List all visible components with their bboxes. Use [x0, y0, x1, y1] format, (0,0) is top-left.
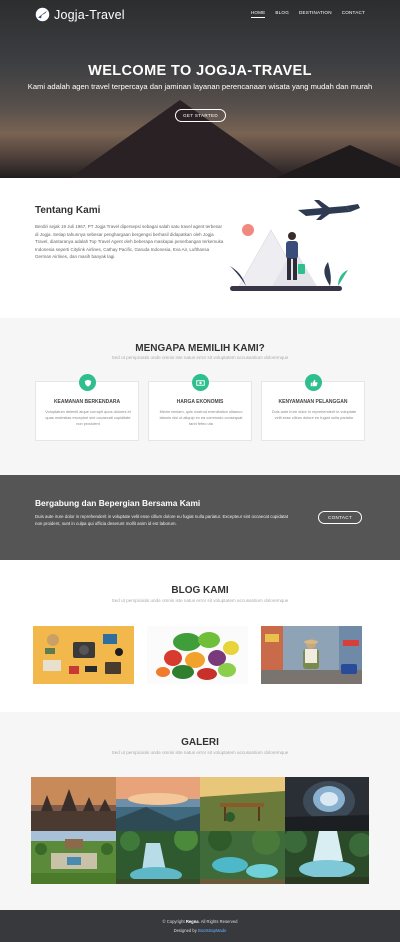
join-text: Duis aute irure dolor in reprehenderit i… — [35, 514, 289, 526]
blog-thumbnail-vegetables[interactable] — [147, 626, 248, 684]
page: Jogja-Travel HOME BLOG DESTINATION CONTA… — [0, 0, 400, 942]
temple-image — [31, 777, 116, 831]
gallery-item[interactable] — [31, 830, 116, 884]
plane-logo-icon — [35, 7, 50, 22]
gallery-item[interactable] — [115, 830, 200, 884]
blog-thumbnail-street[interactable] — [261, 626, 362, 684]
feature-title: KENYAMANAN PELANGGAN — [278, 399, 348, 405]
designer-link[interactable]: BootstrapMade — [198, 928, 226, 933]
cascade-image — [284, 830, 369, 884]
nav-destination[interactable]: DESTINATION — [299, 10, 332, 18]
traveler-illustration — [230, 200, 360, 291]
gallery-item[interactable] — [31, 777, 116, 831]
copyright-owner: Regna — [185, 919, 199, 924]
brand-logo[interactable]: Jogja-Travel — [35, 7, 125, 22]
blog-thumbnail-travel-items[interactable] — [33, 626, 134, 684]
navbar: Jogja-Travel HOME BLOG DESTINATION CONTA… — [0, 0, 400, 30]
beach-sunset-image — [115, 777, 200, 831]
join-title: Bergabung dan Bepergian Bersama Kami — [35, 498, 201, 508]
nav-home[interactable]: HOME — [250, 10, 266, 18]
feature-text: Minim veniam, quis nostrud exercitation … — [159, 409, 243, 426]
hero-subtitle: Kami adalah agen travel terpercaya dan j… — [27, 82, 373, 91]
copyright-prefix: © Copyright — [162, 919, 185, 924]
cave-image — [284, 777, 369, 831]
gallery-grid — [31, 777, 369, 884]
hero-section: Jogja-Travel HOME BLOG DESTINATION CONTA… — [0, 0, 400, 178]
blog-section: BLOG KAMI Sed ut perspiciatis unde omnis… — [0, 560, 400, 712]
feature-title: HARGA EKONOMIS — [176, 399, 224, 405]
thumbs-up-icon — [305, 374, 322, 391]
feature-card: HARGA EKONOMIS Minim veniam, quis nostru… — [148, 374, 252, 441]
feature-title: KEAMANAN BERKENDARA — [53, 399, 121, 405]
river-pools-image — [200, 830, 285, 884]
gallery-item[interactable] — [115, 777, 200, 831]
about-section: Tentang Kami Berdiri sejak 19 Juli 1967,… — [0, 178, 400, 318]
feature-text: Duis aute irure dolor in reprehenderit i… — [271, 409, 357, 420]
designed-prefix: Designed by — [173, 928, 197, 933]
gallery-title: GALERI — [181, 737, 219, 748]
copyright-suffix: . All Rights Reserved — [198, 919, 238, 924]
gallery-item[interactable] — [200, 777, 285, 831]
footer: © Copyright Regna. All Rights Reserved D… — [0, 910, 400, 942]
feature-card: KEAMANAN BERKENDARA Voluptatum deleniti … — [35, 374, 139, 441]
nav-blog[interactable]: BLOG — [275, 10, 289, 18]
join-section: Bergabung dan Bepergian Bersama Kami Dui… — [0, 475, 400, 560]
why-section: MENGAPA MEMILIH KAMI? Sed ut perspiciati… — [0, 318, 400, 475]
why-subtitle: Sed ut perspiciatis unde omnis iste natu… — [111, 355, 289, 360]
nav-contact[interactable]: CONTACT — [342, 10, 365, 18]
viewpoint-image — [200, 777, 285, 831]
money-icon — [192, 374, 209, 391]
hero-title: WELCOME TO JOGJA-TRAVEL — [88, 63, 312, 79]
contact-button[interactable]: CONTACT — [318, 511, 362, 524]
vegetables-image — [147, 626, 248, 684]
blog-subtitle: Sed ut perspiciatis unde omnis iste natu… — [111, 598, 289, 603]
street-traveler-image — [261, 626, 362, 684]
gallery-item[interactable] — [284, 777, 369, 831]
feature-card: KENYAMANAN PELANGGAN Duis aute irure dol… — [261, 374, 365, 441]
shield-icon — [79, 374, 96, 391]
why-title: MENGAPA MEMILIH KAMI? — [135, 343, 265, 354]
palace-garden-image — [31, 830, 116, 884]
gallery-item[interactable] — [200, 830, 285, 884]
get-started-button[interactable]: GET STARTED — [175, 109, 226, 122]
about-title: Tentang Kami — [35, 205, 101, 216]
blog-title: BLOG KAMI — [171, 585, 229, 596]
copyright-line: © Copyright Regna. All Rights Reserved — [0, 919, 400, 924]
waterfall-image — [115, 830, 200, 884]
brand-name: Jogja-Travel — [54, 7, 125, 22]
about-text: Berdiri sejak 19 Juli 1967, PT Jogja Tra… — [35, 224, 224, 260]
feature-text: Voluptatum deleniti atque corrupti quos … — [45, 409, 131, 426]
gallery-section: GALERI Sed ut perspiciatis unde omnis is… — [0, 712, 400, 910]
nav-menu: HOME BLOG DESTINATION CONTACT — [250, 10, 365, 18]
designed-by-line: Designed by BootstrapMade — [0, 928, 400, 933]
gallery-subtitle: Sed ut perspiciatis unde omnis iste natu… — [111, 750, 289, 755]
gallery-item[interactable] — [284, 830, 369, 884]
travel-items-image — [33, 626, 134, 684]
